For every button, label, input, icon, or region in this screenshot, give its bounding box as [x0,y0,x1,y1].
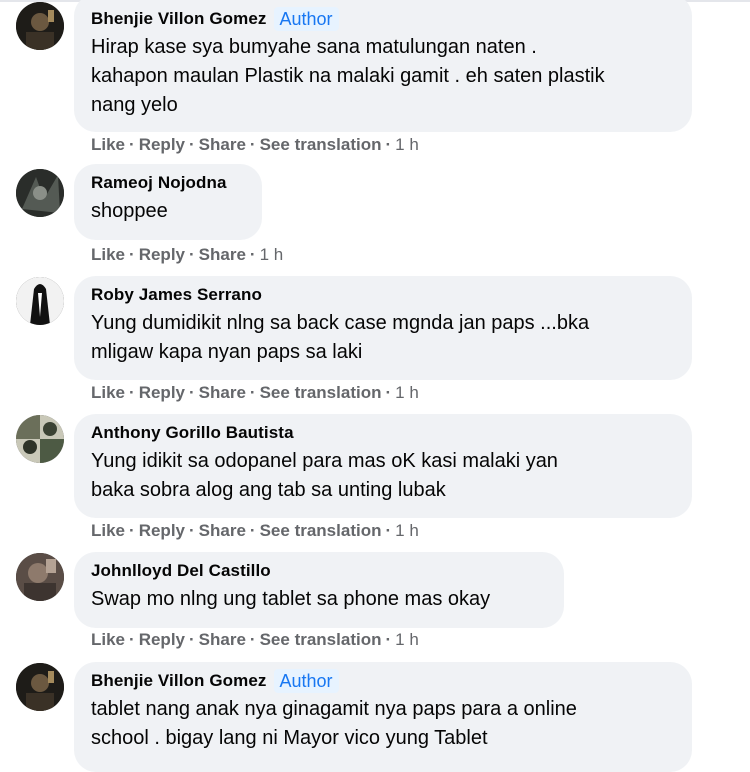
like-button[interactable]: Like [91,630,125,649]
share-button[interactable]: Share [199,521,246,540]
comment-actions: Like · Reply · Share · See translation · 1 h [91,135,419,154]
comment-bubble: Anthony Gorillo Bautista Yung idikit sa … [74,414,692,518]
comment-actions: Like · Reply · Share · See translation · 1 h [91,383,419,402]
author-badge: Author [273,7,339,31]
author-name[interactable]: Bhenjie Villon Gomez [91,671,267,691]
share-button[interactable]: Share [199,383,246,402]
author-name[interactable]: Anthony Gorillo Bautista [91,423,294,443]
reply-button[interactable]: Reply [139,245,185,264]
comment-text: shoppee [91,200,168,222]
like-button[interactable]: Like [91,383,125,402]
comment-bubble: Johnlloyd Del Castillo Swap mo nlng ung … [74,552,564,628]
share-button[interactable]: Share [199,245,246,264]
comment-bubble: Bhenjie Villon Gomez Author Hirap kase s… [74,0,692,132]
comment-text: Yung dumidikit nlng sa back case mgnda j… [91,312,590,363]
reply-button[interactable]: Reply [139,630,185,649]
timestamp[interactable]: 1 h [395,521,419,540]
avatar[interactable] [16,2,64,50]
reply-button[interactable]: Reply [139,135,185,154]
comment-bubble: Roby James Serrano Yung dumidikit nlng s… [74,276,692,380]
like-button[interactable]: Like [91,245,125,264]
avatar[interactable] [16,663,64,711]
see-translation-button[interactable]: See translation [260,521,382,540]
avatar[interactable] [16,553,64,601]
comment-bubble: Bhenjie Villon Gomez Author tablet nang … [74,662,692,772]
like-button[interactable]: Like [91,135,125,154]
see-translation-button[interactable]: See translation [260,630,382,649]
comment-text: Yung idikit sa odopanel para mas oK kasi… [91,450,558,501]
share-button[interactable]: Share [199,135,246,154]
author-name[interactable]: Bhenjie Villon Gomez [91,9,267,29]
comment-text: Hirap kase sya bumyahe sana matulungan n… [91,36,605,116]
author-name[interactable]: Roby James Serrano [91,285,262,305]
avatar[interactable] [16,415,64,463]
timestamp[interactable]: 1 h [395,383,419,402]
comment-actions: Like · Reply · Share · See translation · 1 h [91,630,419,649]
see-translation-button[interactable]: See translation [260,135,382,154]
comment-text: tablet nang anak nya ginagamit nya paps … [91,698,577,749]
share-button[interactable]: Share [199,630,246,649]
author-name[interactable]: Rameoj Nojodna [91,173,227,193]
see-translation-button[interactable]: See translation [260,383,382,402]
like-button[interactable]: Like [91,521,125,540]
timestamp[interactable]: 1 h [395,135,419,154]
avatar[interactable] [16,277,64,325]
comment-actions: Like · Reply · Share · 1 h [91,245,284,264]
reply-button[interactable]: Reply [139,521,185,540]
comment-text: Swap mo nlng ung tablet sa phone mas oka… [91,588,491,610]
timestamp[interactable]: 1 h [395,630,419,649]
author-badge: Author [273,669,339,693]
comment-actions: Like · Reply · Share · See translation · 1 h [91,521,419,540]
timestamp[interactable]: 1 h [260,245,284,264]
comment-bubble: Rameoj Nojodna shoppee [74,164,262,240]
author-name[interactable]: Johnlloyd Del Castillo [91,561,271,581]
reply-button[interactable]: Reply [139,383,185,402]
avatar[interactable] [16,169,64,217]
